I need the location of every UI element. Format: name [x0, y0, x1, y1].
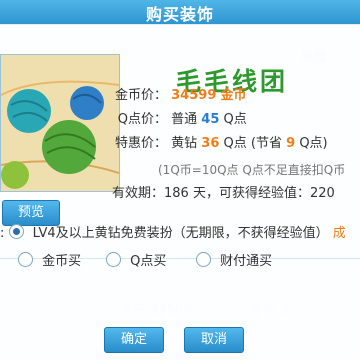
option-gold-label: 金币买 — [42, 254, 82, 269]
option-qpoint-row[interactable]: Q点买 — [106, 250, 166, 269]
special-price-save-prefix: (节省 — [250, 136, 282, 151]
gold-price-row: 金币价： 34599 金币 — [115, 88, 247, 104]
q-price-row: Q点价： 普通 45 Q点 — [115, 112, 247, 128]
product-image — [0, 54, 120, 192]
q-price-tier: 普通 — [171, 112, 198, 127]
option-tenpay-row[interactable]: 财付通买 — [196, 250, 272, 269]
exchange-note: (1Q币=10Q点 Q点不足直接扣Q币 — [158, 163, 346, 177]
special-price-save-value: 9 — [286, 136, 296, 151]
special-price-row: 特惠价： 黄钻 36 Q点 (节省 9 Q点) — [115, 136, 328, 152]
option-gold-row[interactable]: 金币买 — [18, 250, 81, 269]
purchase-dialog: 预览 毛毛线团 金币价： 34599 金币 Q点价： 普通 45 Q点 特惠价：… — [0, 24, 360, 360]
q-price-unit: Q点 — [223, 112, 247, 127]
q-price-value: 45 — [201, 112, 220, 127]
q-price-label: Q点价： — [117, 112, 167, 127]
option-free-row[interactable]: : LV4及以上黄钻免费装扮（无期限，不获得经验值） 成 — [0, 222, 346, 241]
cancel-button[interactable]: 取消 — [184, 327, 244, 353]
special-price-tier: 黄钻 — [171, 136, 198, 151]
option-gold-radio[interactable] — [18, 252, 33, 267]
special-price-value: 36 — [201, 136, 220, 151]
dialog-title: 购买装饰 — [145, 5, 214, 24]
option-tenpay-radio[interactable] — [196, 252, 211, 267]
option-qpoint-radio[interactable] — [106, 252, 121, 267]
option-tenpay-label: 财付通买 — [220, 254, 273, 269]
dialog-titlebar: 购买装饰 — [0, 0, 360, 25]
gold-price-value: 34599 — [171, 88, 217, 103]
special-price-label: 特惠价： — [115, 136, 168, 151]
option-free-radio[interactable] — [8, 224, 24, 239]
option-free-label: LV4及以上黄钻免费装扮（无期限，不获得经验值） — [32, 226, 329, 241]
gold-price-unit: 金币 — [220, 88, 247, 103]
confirm-button[interactable]: 确定 — [104, 327, 164, 353]
option-qpoint-label: Q点买 — [130, 254, 167, 269]
special-price-unit: Q点 — [223, 136, 247, 151]
special-price-save-suffix: Q点) — [299, 136, 328, 151]
validity-text: 有效期：186 天，可获得经验值：220 — [112, 186, 335, 201]
gold-price-label: 金币价： — [115, 88, 168, 103]
